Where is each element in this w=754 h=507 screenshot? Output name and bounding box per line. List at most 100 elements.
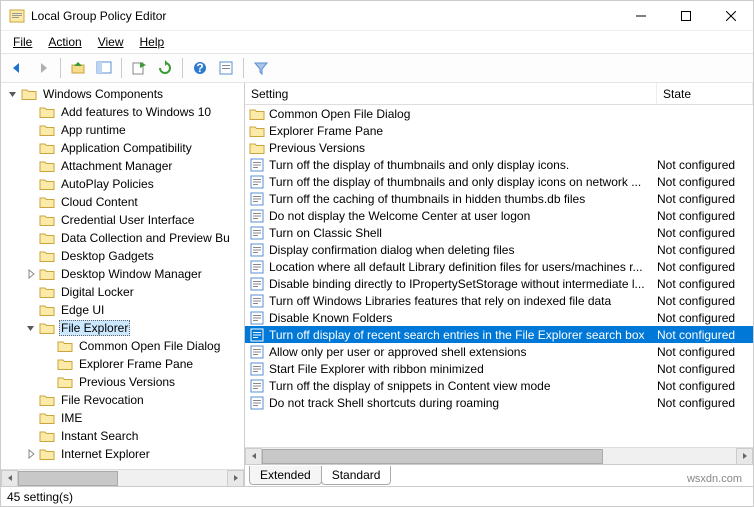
list-row[interactable]: Turn off the display of thumbnails and o… (245, 156, 753, 173)
list-row[interactable]: Allow only per user or approved shell ex… (245, 343, 753, 360)
tree-item-label: Windows Components (41, 87, 165, 101)
expander-icon[interactable] (25, 286, 37, 298)
tree-item[interactable]: Application Compatibility (1, 139, 244, 157)
list-row[interactable]: Common Open File Dialog (245, 105, 753, 122)
expander-icon[interactable] (43, 340, 55, 352)
tree-item[interactable]: Desktop Window Manager (1, 265, 244, 283)
scroll-left-icon[interactable] (1, 470, 18, 487)
list-row[interactable]: Do not track Shell shortcuts during roam… (245, 394, 753, 411)
folder-icon (39, 105, 55, 119)
expander-icon[interactable] (25, 178, 37, 190)
menu-help[interactable]: Help (132, 33, 173, 51)
properties-button[interactable] (214, 56, 238, 80)
expander-icon[interactable] (25, 106, 37, 118)
tree-item[interactable]: File Revocation (1, 391, 244, 409)
expander-icon[interactable] (25, 268, 37, 280)
expander-icon[interactable] (25, 250, 37, 262)
show-hide-tree-button[interactable] (92, 56, 116, 80)
tree-item[interactable]: Attachment Manager (1, 157, 244, 175)
list-row[interactable]: Display confirmation dialog when deletin… (245, 241, 753, 258)
help-button[interactable]: ? (188, 56, 212, 80)
list-row[interactable]: Turn on Classic ShellNot configured (245, 224, 753, 241)
scroll-right-icon[interactable] (736, 448, 753, 465)
row-text: Start File Explorer with ribbon minimize… (269, 362, 657, 376)
column-setting[interactable]: Setting (245, 83, 657, 104)
menu-action[interactable]: Action (40, 33, 89, 51)
menu-file[interactable]: File (5, 33, 40, 51)
tree-item[interactable]: Desktop Gadgets (1, 247, 244, 265)
list-row[interactable]: Do not display the Welcome Center at use… (245, 207, 753, 224)
tree-item[interactable]: File Explorer (1, 319, 244, 337)
expander-icon[interactable] (25, 214, 37, 226)
expander-icon[interactable] (25, 124, 37, 136)
list-row[interactable]: Turn off Windows Libraries features that… (245, 292, 753, 309)
list-row[interactable]: Explorer Frame Pane (245, 122, 753, 139)
folder-icon (57, 339, 73, 353)
list-row[interactable]: Turn off the display of snippets in Cont… (245, 377, 753, 394)
folder-icon (39, 231, 55, 245)
scroll-left-icon[interactable] (245, 448, 262, 465)
row-state: Not configured (657, 328, 753, 342)
list-horizontal-scrollbar[interactable] (245, 447, 753, 464)
tree-item[interactable]: Add features to Windows 10 (1, 103, 244, 121)
tree-item-label: App runtime (59, 123, 128, 137)
expander-icon[interactable] (25, 142, 37, 154)
expander-icon[interactable] (25, 394, 37, 406)
tree-item[interactable]: Digital Locker (1, 283, 244, 301)
tree-item[interactable]: Internet Explorer (1, 445, 244, 463)
settings-list[interactable]: Common Open File DialogExplorer Frame Pa… (245, 105, 753, 447)
expander-icon[interactable] (7, 88, 19, 100)
back-button[interactable] (5, 56, 29, 80)
row-state: Not configured (657, 175, 753, 189)
filter-button[interactable] (249, 56, 273, 80)
list-row[interactable]: Turn off the caching of thumbnails in hi… (245, 190, 753, 207)
expander-icon[interactable] (43, 358, 55, 370)
list-row[interactable]: Previous Versions (245, 139, 753, 156)
expander-icon[interactable] (25, 196, 37, 208)
tree-item[interactable]: App runtime (1, 121, 244, 139)
list-row[interactable]: Turn off display of recent search entrie… (245, 326, 753, 343)
tree-item[interactable]: Data Collection and Preview Bu (1, 229, 244, 247)
tab-standard[interactable]: Standard (321, 466, 392, 485)
tab-extended[interactable]: Extended (249, 466, 322, 485)
maximize-button[interactable] (663, 1, 708, 30)
expander-icon[interactable] (25, 160, 37, 172)
menu-view[interactable]: View (90, 33, 132, 51)
tree-item[interactable]: Common Open File Dialog (1, 337, 244, 355)
expander-icon[interactable] (25, 448, 37, 460)
tree-item[interactable]: Instant Search (1, 427, 244, 445)
expander-icon[interactable] (43, 376, 55, 388)
folder-icon (39, 267, 55, 281)
tree-item[interactable]: Explorer Frame Pane (1, 355, 244, 373)
scroll-right-icon[interactable] (227, 470, 244, 487)
expander-icon[interactable] (25, 322, 37, 334)
column-state[interactable]: State (657, 83, 753, 104)
expander-icon[interactable] (25, 412, 37, 424)
tree-horizontal-scrollbar[interactable] (1, 469, 244, 486)
row-state: Not configured (657, 396, 753, 410)
setting-icon (249, 361, 265, 377)
close-button[interactable] (708, 1, 753, 30)
tree-item[interactable]: Edge UI (1, 301, 244, 319)
up-button[interactable] (66, 56, 90, 80)
minimize-button[interactable] (618, 1, 663, 30)
row-text: Turn off display of recent search entrie… (269, 328, 657, 342)
expander-icon[interactable] (25, 430, 37, 442)
refresh-button[interactable] (153, 56, 177, 80)
tree-item[interactable]: AutoPlay Policies (1, 175, 244, 193)
tree-item[interactable]: IME (1, 409, 244, 427)
list-row[interactable]: Start File Explorer with ribbon minimize… (245, 360, 753, 377)
list-row[interactable]: Disable binding directly to IPropertySet… (245, 275, 753, 292)
tree-item[interactable]: Credential User Interface (1, 211, 244, 229)
expander-icon[interactable] (25, 304, 37, 316)
forward-button[interactable] (31, 56, 55, 80)
tree-item[interactable]: Cloud Content (1, 193, 244, 211)
tree-item[interactable]: Windows Components (1, 85, 244, 103)
export-button[interactable] (127, 56, 151, 80)
list-row[interactable]: Disable Known FoldersNot configured (245, 309, 753, 326)
list-row[interactable]: Turn off the display of thumbnails and o… (245, 173, 753, 190)
tree[interactable]: Windows Components Add features to Window… (1, 83, 244, 469)
tree-item[interactable]: Previous Versions (1, 373, 244, 391)
list-row[interactable]: Location where all default Library defin… (245, 258, 753, 275)
expander-icon[interactable] (25, 232, 37, 244)
